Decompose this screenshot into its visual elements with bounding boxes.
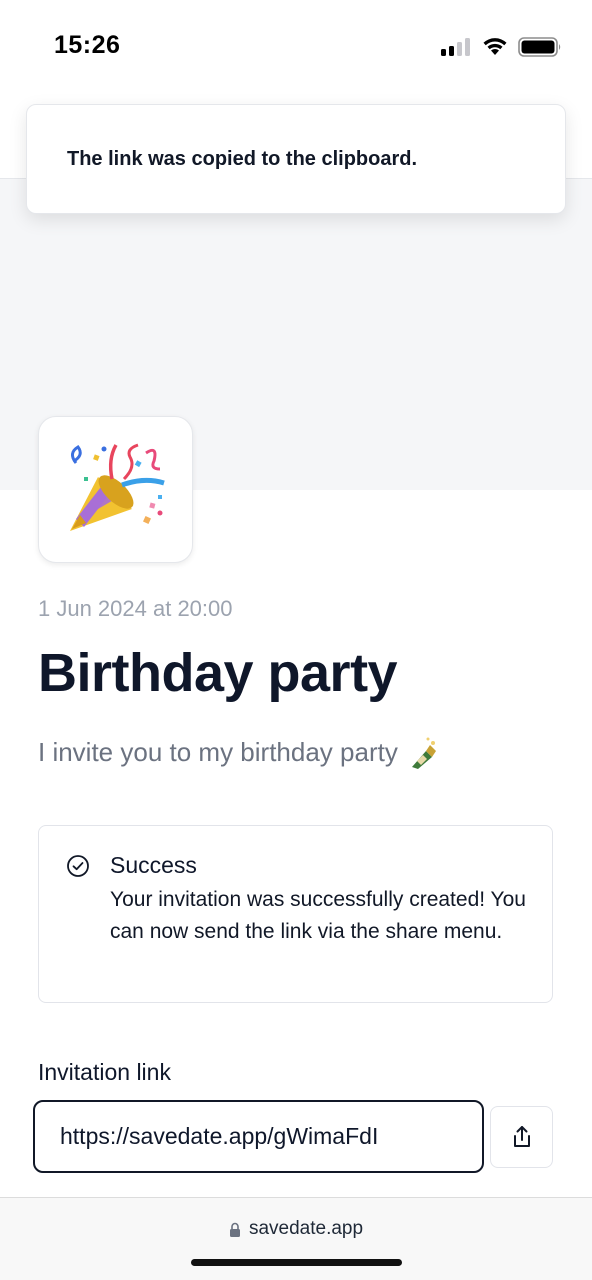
event-description-text: I invite you to my birthday party xyxy=(38,736,398,767)
wifi-icon xyxy=(483,38,507,55)
cellular-signal-icon xyxy=(441,38,472,56)
alert-title: Success xyxy=(110,852,197,878)
party-popper-icon xyxy=(70,443,165,531)
status-time: 15:26 xyxy=(54,31,121,59)
event-title: Birthday party xyxy=(38,643,398,703)
success-alert: Success Your invitation was successfully… xyxy=(38,825,553,1003)
check-circle-icon xyxy=(67,855,89,877)
share-icon xyxy=(513,1126,530,1147)
address-bar-domain: savedate.app xyxy=(248,1218,364,1239)
battery-icon xyxy=(518,37,561,57)
invitation-link-label: Invitation link xyxy=(38,1059,171,1085)
alert-body: Your invitation was successfully created… xyxy=(110,888,526,943)
share-button[interactable] xyxy=(490,1106,553,1168)
invitation-link-input[interactable] xyxy=(33,1100,484,1173)
toast-message: The link was copied to the clipboard. xyxy=(67,147,418,170)
champagne-icon xyxy=(411,737,436,769)
event-emoji-card xyxy=(38,416,193,563)
address-bar[interactable]: savedate.app xyxy=(0,1218,592,1240)
event-description: I invite you to my birthday party xyxy=(38,735,438,769)
status-bar: 15:26 xyxy=(0,0,592,96)
lock-icon xyxy=(229,1222,240,1237)
home-indicator[interactable] xyxy=(191,1259,402,1266)
event-date: 1 Jun 2024 at 20:00 xyxy=(38,596,233,621)
toast-notification: The link was copied to the clipboard. xyxy=(26,104,566,214)
